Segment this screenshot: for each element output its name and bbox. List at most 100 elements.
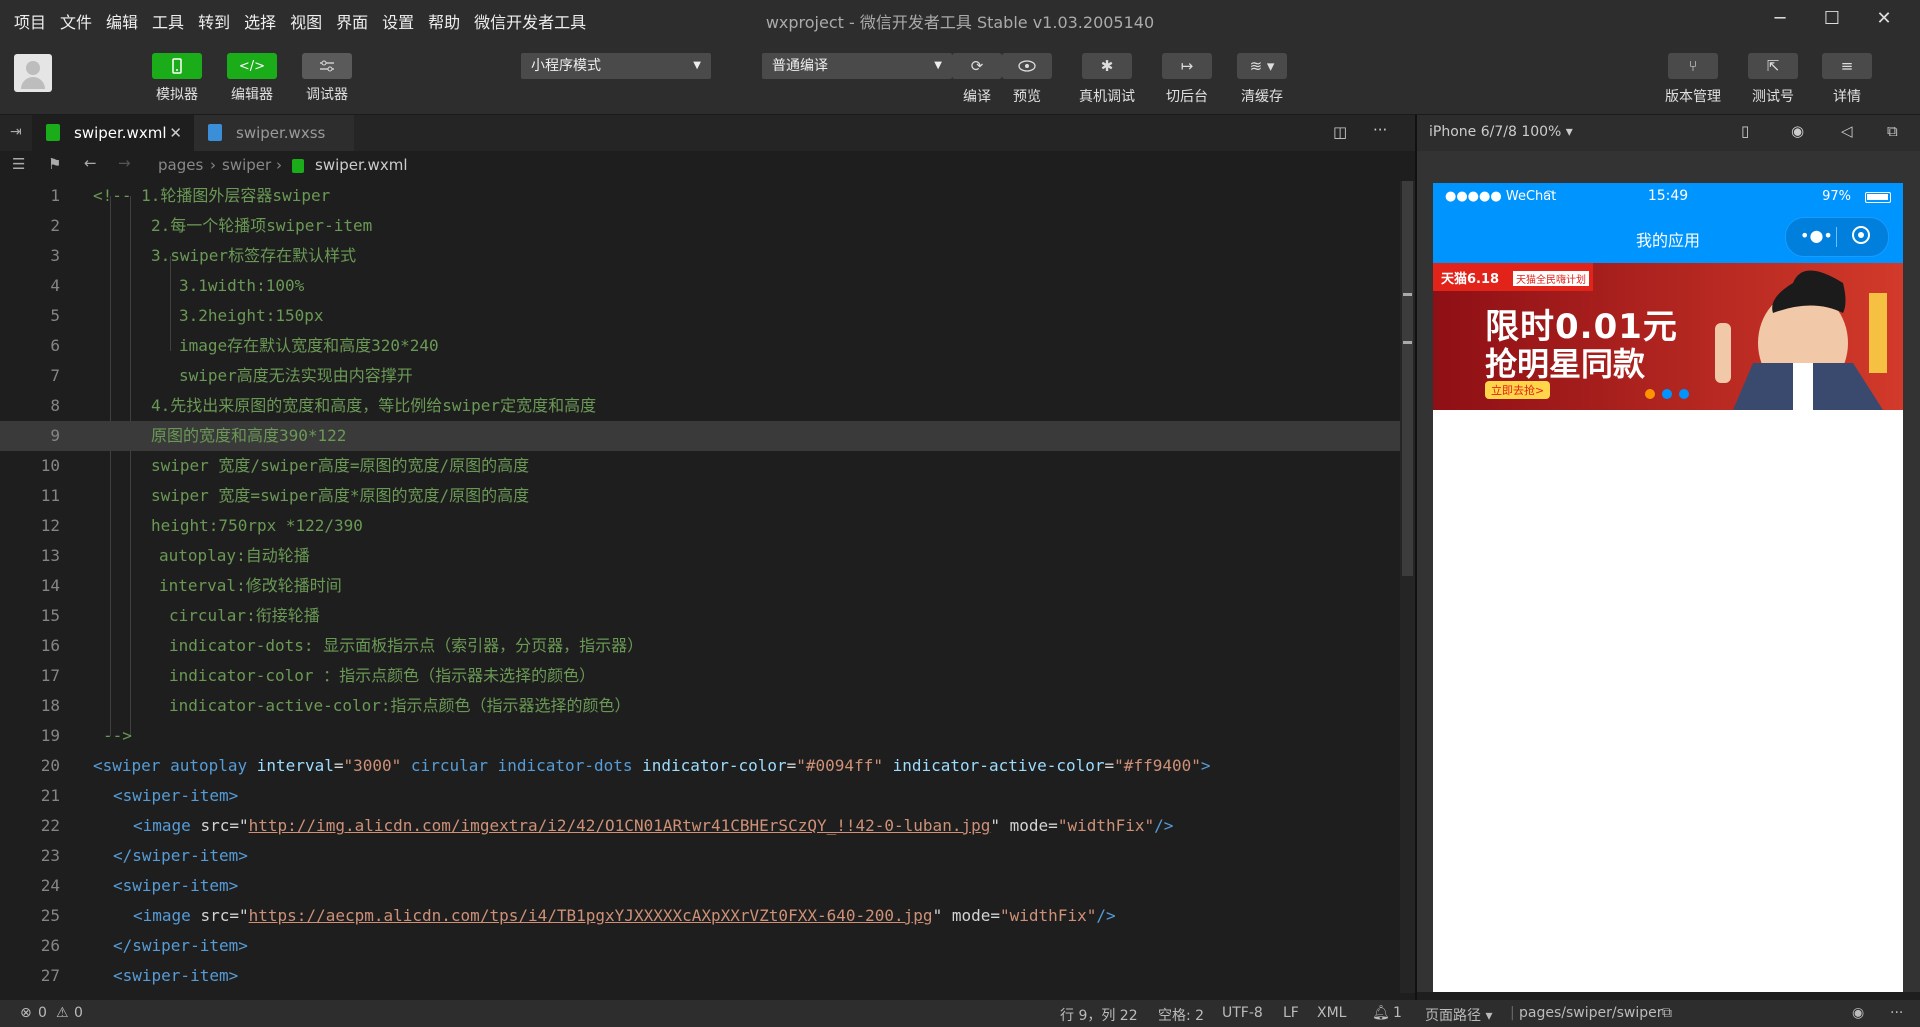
menu-item-settings[interactable]: 设置 bbox=[382, 9, 414, 33]
real-device-debug-button[interactable]: ✱ bbox=[1082, 53, 1132, 79]
close-icon[interactable]: ✕ bbox=[1858, 6, 1910, 32]
device-select[interactable]: iPhone 6/7/8 100% ▾ bbox=[1429, 124, 1573, 140]
encoding[interactable]: UTF-8 bbox=[1222, 1005, 1263, 1021]
code-line[interactable]: 1 <!-- 1.轮播图外层容器swiper bbox=[0, 181, 1400, 211]
compile-mode-select[interactable]: 普通编译 ▼ bbox=[762, 53, 952, 79]
compile-button[interactable]: ⟳ bbox=[952, 53, 1002, 79]
collapse-sidebar-icon[interactable]: ⇥ bbox=[10, 124, 22, 140]
forward-arrow-icon[interactable]: → bbox=[118, 154, 131, 172]
url-link[interactable]: https://aecpm.alicdn.com/tps/i4/TB1pgxYJ… bbox=[249, 906, 933, 925]
bell-icon[interactable]: 🔔︎ bbox=[1372, 1005, 1390, 1021]
bookmark-icon[interactable]: ⚑ bbox=[48, 155, 61, 173]
close-miniprogram-icon[interactable] bbox=[1852, 226, 1870, 244]
code-line[interactable]: 5 3.2height:150px bbox=[0, 301, 1400, 331]
code-line[interactable]: 26 </swiper-item> bbox=[0, 931, 1400, 961]
code-line[interactable]: 23 </swiper-item> bbox=[0, 841, 1400, 871]
code-line[interactable]: 16 indicator-dots: 显示面板指示点（索引器，分页器，指示器） bbox=[0, 631, 1400, 661]
breadcrumb-pages[interactable]: pages bbox=[158, 156, 203, 174]
code-editor[interactable]: 1 <!-- 1.轮播图外层容器swiper 2 2.每一个轮播项swiper-ite… bbox=[0, 181, 1415, 993]
breadcrumb-swiper[interactable]: swiper bbox=[222, 156, 271, 174]
menu-item-interface[interactable]: 界面 bbox=[336, 9, 368, 33]
code-line[interactable]: 13 autoplay:自动轮播 bbox=[0, 541, 1400, 571]
indent-setting[interactable]: 空格: 2 bbox=[1158, 1005, 1204, 1025]
code-line[interactable]: 12 height:750rpx *122/390 bbox=[0, 511, 1400, 541]
editor-scrollbar[interactable] bbox=[1400, 181, 1415, 993]
phone-screen[interactable]: ●●●●● WeChat ◠ 15:49 97% 我的应用 •●• 天猫6.18… bbox=[1433, 183, 1903, 992]
code-line[interactable]: 19 --> bbox=[0, 721, 1400, 751]
code-line[interactable]: 2 2.每一个轮播项swiper-item bbox=[0, 211, 1400, 241]
code-line[interactable]: 25 <image src="https://aecpm.alicdn.com/t… bbox=[0, 901, 1400, 931]
code-line[interactable]: 4 3.1width:100% bbox=[0, 271, 1400, 301]
menu-item-help[interactable]: 帮助 bbox=[428, 9, 460, 33]
editor-button[interactable]: </> 编辑器 bbox=[227, 53, 277, 104]
error-count[interactable]: 0 bbox=[38, 1005, 47, 1021]
details-button[interactable]: ≡ bbox=[1822, 53, 1872, 79]
code-line[interactable]: 14 interval:修改轮播时间 bbox=[0, 571, 1400, 601]
tab-close-icon[interactable]: ✕ bbox=[169, 115, 182, 151]
language-mode[interactable]: XML bbox=[1317, 1005, 1346, 1021]
menu-item-tools[interactable]: 工具 bbox=[152, 9, 184, 33]
error-icon[interactable]: ⊗ bbox=[20, 1005, 32, 1021]
code-line[interactable]: 18 indicator-active-color:指示点颜色（指示器选择的颜色） bbox=[0, 691, 1400, 721]
eye-icon[interactable]: ◉ bbox=[1852, 1005, 1864, 1021]
warning-icon[interactable]: ⚠ bbox=[56, 1005, 69, 1021]
volume-icon[interactable]: ◁ bbox=[1841, 122, 1853, 140]
record-icon[interactable]: ◉ bbox=[1791, 122, 1804, 140]
menu-item-wechat-devtools[interactable]: 微信开发者工具 bbox=[474, 9, 586, 33]
simulator-button[interactable]: 模拟器 bbox=[152, 53, 202, 104]
warning-count[interactable]: 0 bbox=[74, 1005, 83, 1021]
back-arrow-icon[interactable]: ← bbox=[84, 154, 97, 172]
more-icon[interactable]: ··· bbox=[1373, 121, 1387, 139]
debugger-button[interactable]: 调试器 bbox=[302, 53, 352, 104]
code-line[interactable]: 27 <swiper-item> bbox=[0, 961, 1400, 991]
tab-swiper-wxml[interactable]: swiper.wxml ✕ bbox=[32, 115, 194, 151]
indicator-dot-active[interactable] bbox=[1645, 389, 1655, 399]
menu-item-edit[interactable]: 编辑 bbox=[106, 9, 138, 33]
popout-icon[interactable]: ⧉ bbox=[1887, 122, 1898, 140]
more-icon[interactable]: ··· bbox=[1890, 1005, 1903, 1021]
code-line[interactable]: 7 swiper高度无法实现由内容撑开 bbox=[0, 361, 1400, 391]
line-ending[interactable]: LF bbox=[1283, 1005, 1299, 1021]
menu-item-view[interactable]: 视图 bbox=[290, 9, 322, 33]
code-line[interactable]: 11 swiper 宽度=swiper高度*原图的宽度/原图的高度 bbox=[0, 481, 1400, 511]
code-line[interactable]: 3 3.swiper标签存在默认样式 bbox=[0, 241, 1400, 271]
phone-outline-icon[interactable]: ▯ bbox=[1741, 122, 1749, 140]
maximize-icon[interactable]: ☐ bbox=[1806, 6, 1858, 32]
code-line[interactable]: 17 indicator-color ：指示点颜色（指示器未选择的颜色） bbox=[0, 661, 1400, 691]
outline-icon[interactable]: ☰ bbox=[12, 155, 25, 173]
indicator-dot[interactable] bbox=[1679, 389, 1689, 399]
code-line[interactable]: 9 原图的宽度和高度390*122 bbox=[0, 421, 1400, 451]
code-line[interactable]: 20 <swiper autoplay interval="3000" circu… bbox=[0, 751, 1400, 781]
tab-swiper-wxss[interactable]: swiper.wxss bbox=[194, 115, 354, 151]
swiper-banner[interactable]: 天猫6.18 天猫全民嗨计划 限时0.01元 抢明星同款 立即去抢> bbox=[1433, 263, 1903, 410]
page-path-label[interactable]: 页面路径 ▾ bbox=[1425, 1005, 1492, 1025]
test-account-button[interactable]: ⇱ bbox=[1748, 53, 1798, 79]
minimize-icon[interactable]: ─ bbox=[1754, 6, 1806, 32]
menu-item-goto[interactable]: 转到 bbox=[198, 9, 230, 33]
menu-item-select[interactable]: 选择 bbox=[244, 9, 276, 33]
preview-button[interactable] bbox=[1002, 53, 1052, 79]
code-line[interactable]: 21 <swiper-item> bbox=[0, 781, 1400, 811]
code-line[interactable]: 15 circular:衔接轮播 bbox=[0, 601, 1400, 631]
split-editor-icon[interactable]: ◫ bbox=[1333, 123, 1347, 141]
breadcrumb-file[interactable]: swiper.wxml bbox=[315, 156, 407, 174]
copy-icon[interactable]: ⧉ bbox=[1662, 1005, 1672, 1021]
code-line[interactable]: 8 4.先找出来原图的宽度和高度，等比例给swiper定宽度和高度 bbox=[0, 391, 1400, 421]
notification-count[interactable]: 1 bbox=[1393, 1005, 1402, 1021]
mode-select[interactable]: 小程序模式 ▼ bbox=[521, 53, 711, 79]
code-line[interactable]: 22 <image src="http://img.alicdn.com/imge… bbox=[0, 811, 1400, 841]
scrollbar-thumb[interactable] bbox=[1402, 181, 1413, 576]
version-button[interactable]: ⑂ bbox=[1668, 53, 1718, 79]
code-line[interactable]: 24 <swiper-item> bbox=[0, 871, 1400, 901]
more-dots-icon[interactable]: •●• bbox=[1800, 226, 1833, 245]
code-line[interactable]: 10 swiper 宽度/swiper高度=原图的宽度/原图的高度 bbox=[0, 451, 1400, 481]
background-button[interactable]: ↦ bbox=[1162, 53, 1212, 79]
menu-item-file[interactable]: 文件 bbox=[60, 9, 92, 33]
url-link[interactable]: http://img.alicdn.com/imgextra/i2/42/O1C… bbox=[249, 816, 991, 835]
menu-item-project[interactable]: 项目 bbox=[14, 9, 46, 33]
cursor-position[interactable]: 行 9，列 22 bbox=[1060, 1005, 1138, 1025]
indicator-dot[interactable] bbox=[1662, 389, 1672, 399]
avatar[interactable] bbox=[14, 54, 52, 92]
clear-cache-button[interactable]: ≋ ▾ bbox=[1237, 53, 1287, 79]
code-line[interactable]: 6 image存在默认宽度和高度320*240 bbox=[0, 331, 1400, 361]
